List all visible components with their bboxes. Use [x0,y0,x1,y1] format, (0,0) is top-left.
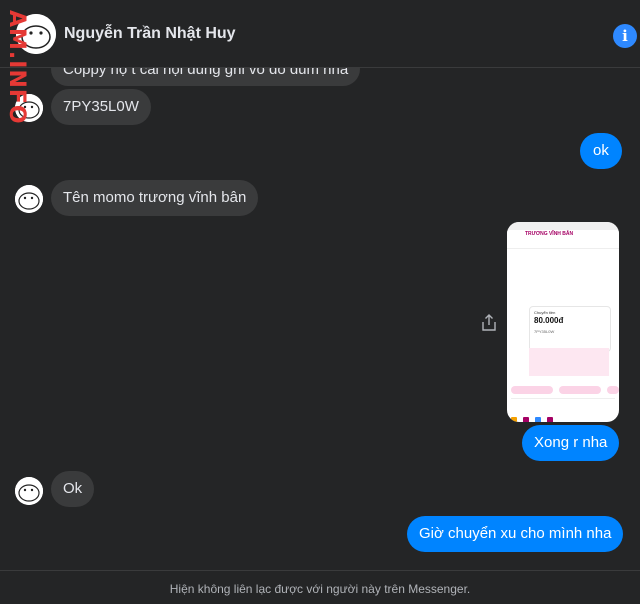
screenshot-chip [511,386,553,394]
screenshot-chip [607,386,619,394]
contact-avatar[interactable] [15,477,43,505]
message-bubble-outgoing[interactable]: ok [580,133,622,169]
conversation-header: Nguyễn Trần Nhật Huy i [0,0,640,68]
message-bubble-incoming[interactable]: 7PY35L0W [51,89,151,125]
transfer-code: 7PY35L0W [534,329,555,334]
contact-avatar[interactable] [15,185,43,213]
message-bubble-incoming[interactable]: Ok [51,471,95,507]
info-icon[interactable]: i [613,24,637,48]
transfer-label: Chuyển tiền [534,310,556,315]
transfer-card: Chuyển tiền 80.000đ 7PY35L0W [529,306,611,352]
message-bubble-outgoing[interactable]: Giờ chuyển xu cho mình nha [407,516,624,552]
screenshot-promo-banner [529,348,609,376]
transfer-amount: 80.000đ [534,316,564,325]
conversation-area[interactable]: Coppy họ t cái nội dung ghi vô đó dùm nh… [0,0,640,570]
screenshot-chip [559,386,601,394]
image-attachment-momo-screenshot[interactable]: TRƯƠNG VĨNH BÂN Chuyển tiền 80.000đ 7PY3… [507,222,619,422]
watermark-text: AM.INFO [4,10,29,125]
contact-name[interactable]: Nguyễn Trần Nhật Huy [64,25,236,43]
screenshot-icon-row [511,410,615,422]
screenshot-input-bar [511,398,615,407]
doodle-avatar-icon [15,185,43,213]
share-icon[interactable] [481,314,497,332]
unavailable-notice: Hiện không liên lạc được với người này t… [169,582,471,596]
screenshot-recipient-name: TRƯƠNG VĨNH BÂN [525,231,574,237]
doodle-avatar-icon [15,477,43,505]
composer-area: Hiện không liên lạc được với người này t… [0,570,640,604]
message-bubble-incoming[interactable]: Tên momo trương vĩnh bân [51,180,259,216]
message-bubble-outgoing[interactable]: Xong r nha [522,425,620,461]
